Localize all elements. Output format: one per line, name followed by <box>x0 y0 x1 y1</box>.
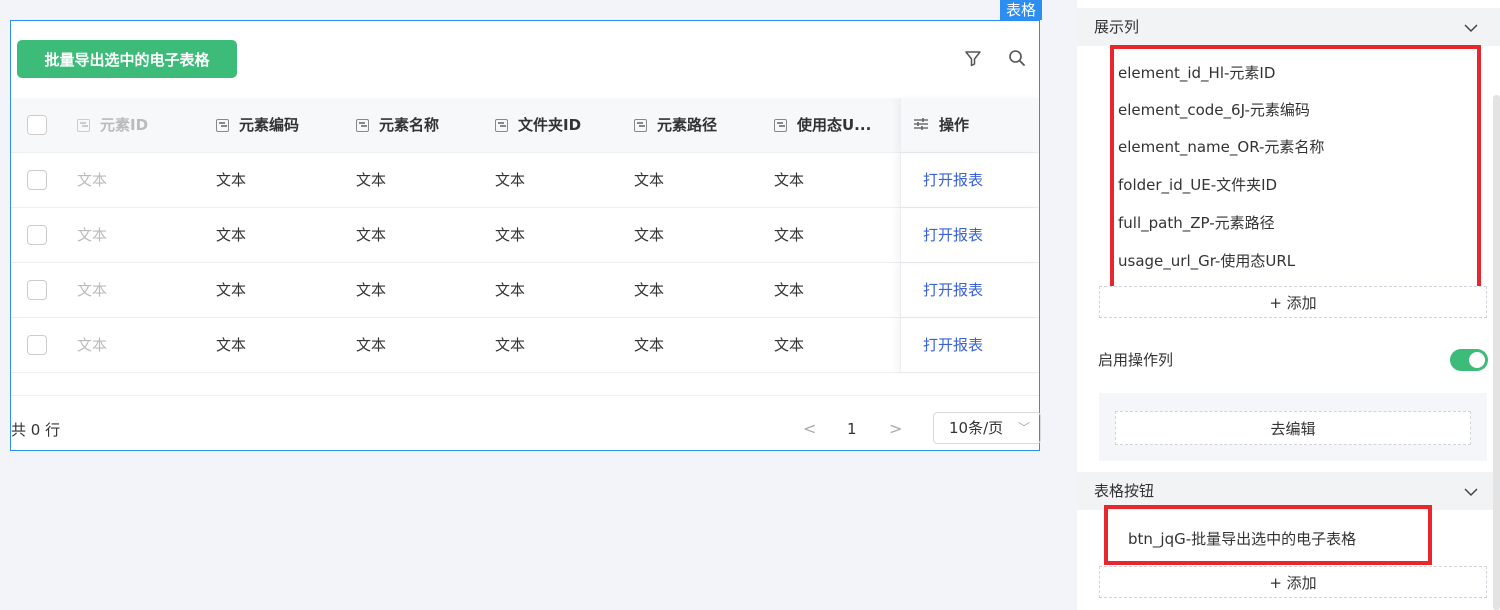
table-row[interactable]: 文本 文本 文本 文本 文本 文本 打开报表 <box>11 318 1039 373</box>
table-component[interactable]: 批量导出选中的电子表格 元素ID 元素编码 元素名称 文件夹ID 元素路径 使用… <box>10 20 1041 451</box>
table-cell: 文本 <box>495 171 526 189</box>
table-row[interactable]: 文本 文本 文本 文本 文本 文本 打开报表 <box>11 153 1039 208</box>
table-cell: 文本 <box>216 281 247 299</box>
column-header[interactable]: 元素ID <box>77 98 148 152</box>
open-report-link[interactable]: 打开报表 <box>923 226 983 244</box>
chevron-down-icon <box>1464 488 1478 497</box>
table-cell: 文本 <box>216 171 247 189</box>
text-column-icon <box>774 119 787 132</box>
op-cell: 打开报表 <box>900 318 1040 372</box>
table-cell: 文本 <box>216 226 247 244</box>
chevron-down-icon <box>1464 24 1478 33</box>
table-cell: 文本 <box>495 281 526 299</box>
highlight-box <box>1110 45 1481 292</box>
table-cell: 文本 <box>356 281 387 299</box>
table-cell: 文本 <box>495 226 526 244</box>
go-edit-button[interactable]: 去编辑 <box>1115 411 1471 445</box>
column-header[interactable]: 元素编码 <box>216 98 299 152</box>
table-cell: 文本 <box>77 171 108 189</box>
text-column-icon <box>77 119 90 132</box>
column-header[interactable]: 元素名称 <box>356 98 439 152</box>
column-header[interactable]: 文件夹ID <box>495 98 581 152</box>
row-checkbox[interactable] <box>27 225 47 245</box>
row-checkbox[interactable] <box>27 280 47 300</box>
table-cell: 文本 <box>634 336 665 354</box>
text-column-icon <box>634 119 647 132</box>
table-cell: 文本 <box>216 336 247 354</box>
select-all-checkbox[interactable] <box>27 115 47 135</box>
op-cell: 打开报表 <box>900 263 1040 317</box>
table-footer-spacer <box>11 373 1039 396</box>
add-display-column-button[interactable]: + 添加 <box>1099 286 1487 318</box>
component-type-tag: 表格 <box>1000 0 1042 20</box>
property-panel: 展示列 element_id_Hl-元素ID element_code_6J-元… <box>1077 0 1500 610</box>
table-cell: 文本 <box>77 281 108 299</box>
table-cell: 文本 <box>634 171 665 189</box>
row-checkbox[interactable] <box>27 335 47 355</box>
column-header[interactable]: 元素路径 <box>634 98 717 152</box>
row-checkbox[interactable] <box>27 170 47 190</box>
open-report-link[interactable]: 打开报表 <box>923 281 983 299</box>
table-row[interactable]: 文本 文本 文本 文本 文本 文本 打开报表 <box>11 208 1039 263</box>
enable-op-column-toggle[interactable] <box>1450 349 1488 371</box>
text-column-icon <box>216 119 229 132</box>
table-cell: 文本 <box>356 336 387 354</box>
table-row[interactable]: 文本 文本 文本 文本 文本 文本 打开报表 <box>11 263 1039 318</box>
op-cell: 打开报表 <box>900 208 1040 262</box>
batch-export-button[interactable]: 批量导出选中的电子表格 <box>17 40 237 78</box>
next-page-button[interactable]: > <box>889 419 902 438</box>
page-size-select[interactable]: 10条/页 ﹀ <box>933 412 1041 444</box>
table-cell: 文本 <box>774 281 805 299</box>
column-header[interactable]: 使用态U... <box>774 98 871 152</box>
enable-op-column-label: 启用操作列 <box>1098 351 1174 369</box>
total-rows-text: 共 0 行 <box>11 421 61 439</box>
table-cell: 文本 <box>634 281 665 299</box>
chevron-down-icon: ﹀ <box>1017 421 1030 435</box>
op-column-header: 操作 <box>900 98 1040 152</box>
highlight-box <box>1104 505 1432 565</box>
open-report-link[interactable]: 打开报表 <box>923 336 983 354</box>
current-page-number[interactable]: 1 <box>847 420 857 438</box>
prev-page-button[interactable]: < <box>803 419 816 438</box>
table-cell: 文本 <box>774 336 805 354</box>
settings-sliders-icon[interactable] <box>913 117 929 131</box>
add-table-button[interactable]: + 添加 <box>1099 566 1487 598</box>
toggle-knob <box>1469 352 1485 368</box>
data-table: 元素ID 元素编码 元素名称 文件夹ID 元素路径 使用态U... 操作 文本 … <box>11 98 1039 396</box>
op-cell: 打开报表 <box>900 153 1040 207</box>
table-cell: 文本 <box>634 226 665 244</box>
open-report-link[interactable]: 打开报表 <box>923 171 983 189</box>
panel-scrollbar[interactable] <box>1493 95 1500 610</box>
table-cell: 文本 <box>774 171 805 189</box>
table-cell: 文本 <box>77 336 108 354</box>
text-column-icon <box>495 119 508 132</box>
text-column-icon <box>356 119 369 132</box>
op-column-edit-area: 去编辑 <box>1099 393 1487 461</box>
table-cell: 文本 <box>774 226 805 244</box>
table-header-row: 元素ID 元素编码 元素名称 文件夹ID 元素路径 使用态U... 操作 <box>11 98 1039 153</box>
table-cell: 文本 <box>356 226 387 244</box>
search-icon[interactable] <box>1007 48 1027 68</box>
table-cell: 文本 <box>495 336 526 354</box>
display-columns-section-header[interactable]: 展示列 <box>1077 8 1500 46</box>
filter-icon[interactable] <box>963 48 983 68</box>
table-cell: 文本 <box>77 226 108 244</box>
table-cell: 文本 <box>356 171 387 189</box>
